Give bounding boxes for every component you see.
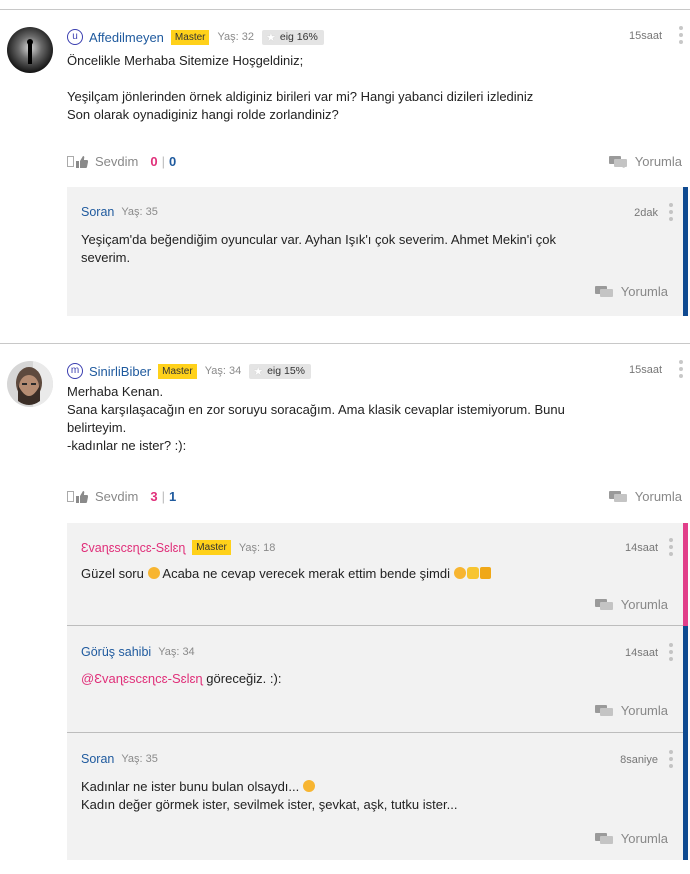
reply-comment: Görüş sahibi Yaş: 34 14saat @Ɛvaɳɛscɛɳcɛ… (67, 626, 688, 733)
more-options-icon[interactable] (679, 26, 683, 44)
username-link[interactable]: Soran (81, 205, 114, 219)
like-button[interactable]: Sevdim 3 | 1 (67, 489, 176, 504)
post-line: belirteyim. (67, 420, 127, 435)
master-badge: Master (170, 29, 210, 45)
reply-header: Soran Yaş: 35 (81, 752, 166, 766)
eig-badge: ★ eig 15% (249, 363, 312, 379)
thumbs-up-icon (76, 490, 88, 503)
reply-time: 8saniye (620, 754, 658, 766)
star-icon: ★ (265, 31, 276, 44)
reply-time: 14saat (624, 542, 658, 554)
reply-label: Yorumla (634, 489, 682, 504)
smile-emoji-icon (453, 567, 466, 579)
post-header: m SinirliBiber Master Yaş: 34 ★ eig 15% (67, 361, 312, 381)
user-age: Yaş: 35 (121, 753, 158, 765)
top-divider (0, 9, 690, 10)
reply-text: Güzel soru Acaba ne cevap verecek merak … (81, 565, 641, 583)
master-badge: Master (192, 540, 231, 555)
post-line: Son olarak oynadiginiz hangi rolde zorla… (67, 107, 339, 122)
reply-comment: Ɛvaɳɛscɛɳcɛ-Sɛlɛɳ Master Yaş: 18 14saat … (67, 523, 688, 626)
comment-count: 1 (168, 489, 177, 504)
avatar[interactable] (7, 361, 53, 407)
comment-bubble-icon (594, 832, 613, 844)
post-line: -kadınlar ne ister? :): (67, 438, 187, 453)
reply-header: Ɛvaɳɛscɛɳcɛ-Sɛlɛɳ Master Yaş: 18 (81, 540, 283, 555)
post-header: u Affedilmeyen Master Yaş: 32 ★ eig 16% (67, 27, 324, 47)
user-age: Yaş: 34 (158, 646, 195, 658)
like-label: Sevdim (95, 154, 139, 169)
comment-bubble-icon (594, 285, 613, 297)
smile-emoji-icon (302, 780, 315, 792)
eig-badge: ★ eig 16% (261, 29, 324, 45)
user-age: Yaş: 35 (121, 206, 158, 218)
comment-bubble-icon (608, 155, 627, 168)
reply-time: 2dak (634, 207, 658, 219)
like-count: 3 (150, 489, 158, 504)
post-line: Yeşilçam jönlerinden örnek aldiginiz bir… (67, 89, 534, 104)
star-icon: ★ (253, 365, 264, 378)
reply-header: Görüş sahibi Yaş: 34 (81, 645, 203, 659)
username-link[interactable]: Affedilmeyen (89, 30, 164, 45)
like-counts: 0 | 0 (150, 154, 177, 169)
user-age: Yaş: 18 (238, 541, 276, 554)
reply-text: @Ɛvaɳɛscɛɳcɛ-Sɛlɛɳ göreceğiz. :): (81, 671, 282, 686)
eig-value: eig 15% (267, 365, 306, 377)
reply-button[interactable]: Yorumla (594, 831, 668, 846)
more-options-icon[interactable] (669, 750, 673, 768)
like-button[interactable]: Sevdim 0 | 0 (67, 154, 176, 169)
smile-emoji-icon (147, 567, 160, 579)
more-options-icon[interactable] (669, 203, 673, 221)
eig-value: eig 16% (279, 31, 318, 43)
comment-bubble-icon (594, 598, 613, 610)
reply-button[interactable]: Yorumla (594, 597, 668, 612)
comment-post: m SinirliBiber Master Yaş: 34 ★ eig 15% 1… (0, 360, 690, 866)
user-age: Yaş: 32 (217, 31, 254, 43)
reply-button[interactable]: Yorumla (594, 703, 668, 718)
reply-label: Yorumla (634, 154, 682, 169)
post-text: Merhaba Kenan. Sana karşılaşacağın en zo… (67, 383, 667, 455)
user-mention-link[interactable]: @Ɛvaɳɛscɛɳcɛ-Sɛlɛɳ (81, 671, 203, 686)
more-options-icon[interactable] (669, 643, 673, 661)
reply-button[interactable]: Yorumla (594, 284, 668, 299)
more-options-icon[interactable] (669, 538, 673, 556)
clap-emoji-icon (466, 567, 479, 579)
master-badge: Master (158, 363, 197, 379)
user-level-icon: m (67, 363, 83, 379)
reply-comment: Soran Yaş: 35 2dak Yeşiçam'da beğendiğim… (67, 187, 688, 316)
like-counts: 3 | 1 (150, 489, 177, 504)
avatar[interactable] (7, 27, 53, 73)
reply-button[interactable]: Yorumla (608, 489, 682, 504)
reply-button[interactable]: Yorumla (608, 154, 682, 169)
post-actions: Sevdim 3 | 1 Yorumla (67, 489, 690, 509)
comment-bubble-icon (594, 704, 613, 716)
username-link[interactable]: SinirliBiber (89, 364, 151, 379)
user-age: Yaş: 34 (204, 365, 242, 377)
reply-text: Yeşiçam'da beğendiğim oyuncular var. Ayh… (81, 232, 556, 265)
post-text: Öncelikle Merhaba Sitemize Hoşgeldiniz; … (67, 52, 667, 124)
comment-post: u Affedilmeyen Master Yaş: 32 ★ eig 16% 1… (0, 26, 690, 327)
comment-bubble-icon (608, 490, 627, 502)
post-time: 15saat (628, 364, 662, 376)
post-line: Sana karşılaşacağın en zor soruyu soraca… (67, 402, 565, 417)
reply-header: Soran Yaş: 35 (81, 205, 166, 219)
post-actions: Sevdim 0 | 0 Yorumla (67, 154, 690, 174)
thumbs-up-emoji-icon (479, 567, 491, 579)
reply-comment: Soran Yaş: 35 8saniye Kadınlar ne ister … (67, 733, 688, 860)
thumbs-up-icon (76, 155, 88, 168)
post-divider (0, 343, 690, 344)
username-link[interactable]: Ɛvaɳɛscɛɳcɛ-Sɛlɛɳ (81, 541, 185, 555)
post-time: 15saat (628, 30, 662, 42)
more-options-icon[interactable] (679, 360, 683, 378)
username-link[interactable]: Soran (81, 752, 114, 766)
post-line: Merhaba Kenan. (67, 384, 164, 399)
like-count: 0 (150, 154, 158, 169)
reply-text: Kadınlar ne ister bunu bulan olsaydı... … (81, 779, 458, 812)
comment-count: 0 (168, 154, 177, 169)
reply-time: 14saat (624, 647, 658, 659)
like-label: Sevdim (95, 489, 139, 504)
username-link[interactable]: Görüş sahibi (81, 645, 151, 659)
user-level-icon: u (67, 29, 83, 45)
post-line: Öncelikle Merhaba Sitemize Hoşgeldiniz; (67, 53, 304, 68)
